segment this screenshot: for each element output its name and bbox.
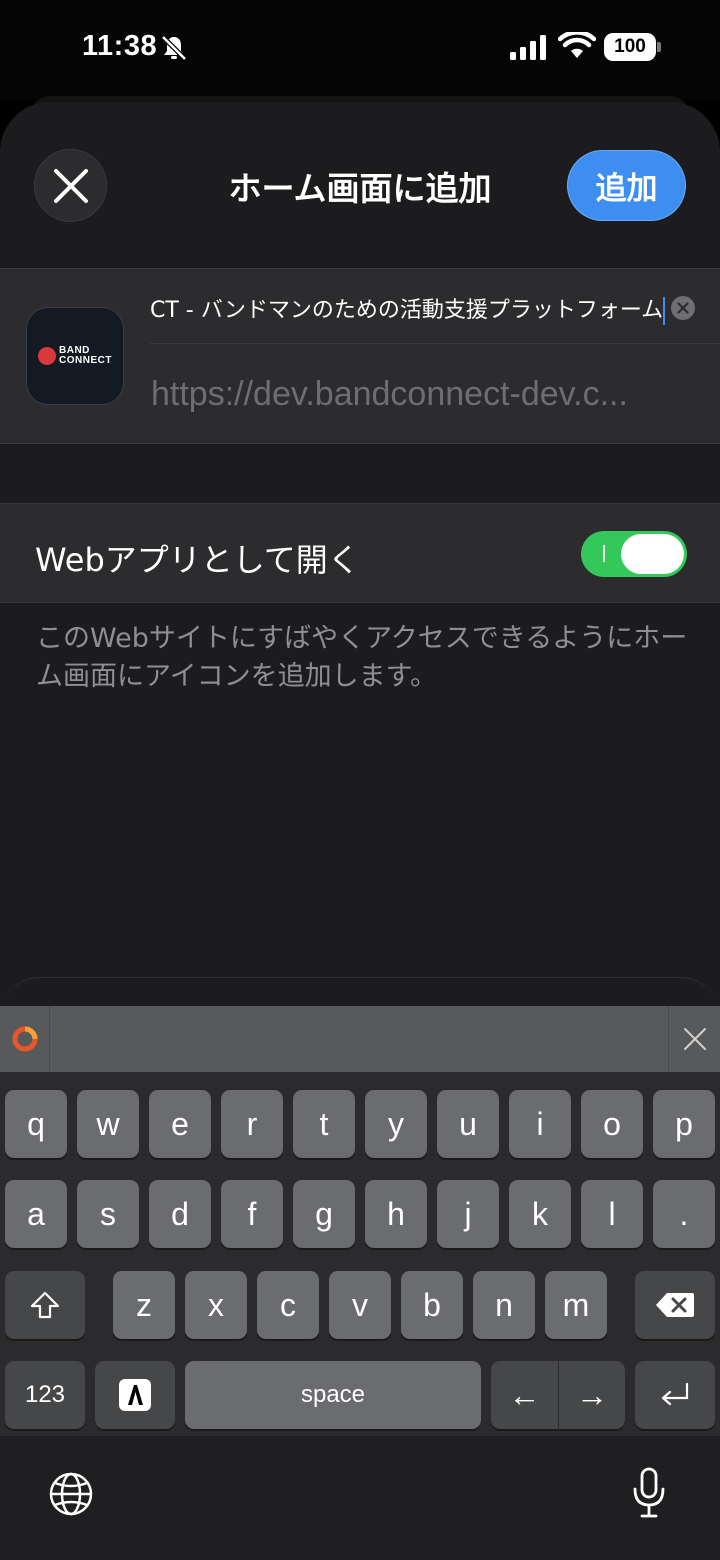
microphone-icon[interactable] xyxy=(632,1467,666,1519)
key-s[interactable]: s xyxy=(77,1180,139,1248)
app-name-value: CT - バンドマンのための活動支援プラットフォーム xyxy=(150,298,664,323)
web-app-toggle-label: Webアプリとして開く xyxy=(35,541,360,579)
key-i[interactable]: i xyxy=(509,1090,571,1158)
return-icon xyxy=(661,1382,689,1406)
keyboard-toolbar xyxy=(0,1006,720,1072)
key-n[interactable]: n xyxy=(473,1271,535,1339)
space-key[interactable]: space xyxy=(185,1361,481,1429)
status-time: 11:38 xyxy=(82,30,158,62)
numbers-key[interactable]: 123 xyxy=(5,1361,85,1429)
key-q[interactable]: q xyxy=(5,1090,67,1158)
key-g[interactable]: g xyxy=(293,1180,355,1248)
bell-slash-icon xyxy=(161,35,187,61)
keyboard-app-icon xyxy=(12,1026,37,1052)
site-url: https://dev.bandconnect-dev.c... xyxy=(151,375,628,413)
key-e[interactable]: e xyxy=(149,1090,211,1158)
app-icon: BAND CONNECT xyxy=(26,307,124,405)
toggle-knob xyxy=(621,534,684,574)
keyboard-bottom-bar xyxy=(0,1436,720,1560)
app-info-group: BAND CONNECT CT - バンドマンのための活動支援プラットフォーム … xyxy=(0,268,720,444)
return-key[interactable] xyxy=(635,1361,715,1429)
clear-text-icon[interactable] xyxy=(671,296,695,320)
divider xyxy=(150,343,720,344)
key-t[interactable]: t xyxy=(293,1090,355,1158)
cellular-signal-icon xyxy=(510,35,546,60)
key-m[interactable]: m xyxy=(545,1271,607,1339)
keyboard-switch-key[interactable] xyxy=(95,1361,175,1429)
key-a[interactable]: a xyxy=(5,1180,67,1248)
globe-icon[interactable] xyxy=(48,1471,94,1517)
key-k[interactable]: k xyxy=(509,1180,571,1248)
battery-indicator: 100 xyxy=(604,33,656,61)
key-period[interactable]: . xyxy=(653,1180,715,1248)
clear-x-glyph xyxy=(677,302,689,314)
key-b[interactable]: b xyxy=(401,1271,463,1339)
key-u[interactable]: u xyxy=(437,1090,499,1158)
text-caret xyxy=(663,297,666,325)
cursor-right-key[interactable]: → xyxy=(559,1361,625,1429)
web-app-toggle[interactable] xyxy=(581,531,687,577)
delete-icon xyxy=(656,1293,694,1317)
keyboard-close-button[interactable] xyxy=(668,1006,720,1072)
key-l[interactable]: l xyxy=(581,1180,643,1248)
shift-key[interactable] xyxy=(5,1271,85,1339)
key-x[interactable]: x xyxy=(185,1271,247,1339)
key-d[interactable]: d xyxy=(149,1180,211,1248)
footnote-text: このWebサイトにすばやくアクセスできるようにホーム画面にアイコンを追加します。 xyxy=(36,623,688,692)
key-c[interactable]: c xyxy=(257,1271,319,1339)
key-o[interactable]: o xyxy=(581,1090,643,1158)
keyboard-extension-button[interactable] xyxy=(0,1006,50,1072)
keyboard-brand-icon xyxy=(119,1379,151,1411)
key-z[interactable]: z xyxy=(113,1271,175,1339)
close-icon xyxy=(683,1028,706,1050)
key-f[interactable]: f xyxy=(221,1180,283,1248)
key-j[interactable]: j xyxy=(437,1180,499,1248)
logo-mark-icon xyxy=(38,347,57,365)
wifi-icon xyxy=(558,32,596,58)
battery-tip xyxy=(657,42,661,52)
band-connect-logo: BAND CONNECT xyxy=(38,346,112,366)
status-bar: 11:38 100 xyxy=(0,0,720,100)
key-r[interactable]: r xyxy=(221,1090,283,1158)
key-h[interactable]: h xyxy=(365,1180,427,1248)
key-y[interactable]: y xyxy=(365,1090,427,1158)
cursor-left-key[interactable]: ← xyxy=(491,1361,558,1429)
key-w[interactable]: w xyxy=(77,1090,139,1158)
key-p[interactable]: p xyxy=(653,1090,715,1158)
logo-text-line2: CONNECT xyxy=(59,355,112,366)
add-button[interactable]: 追加 xyxy=(567,150,686,221)
key-v[interactable]: v xyxy=(329,1271,391,1339)
app-name-input[interactable]: CT - バンドマンのための活動支援プラットフォーム xyxy=(150,291,670,331)
delete-key[interactable] xyxy=(635,1271,715,1339)
toggle-on-mark xyxy=(603,545,605,562)
web-app-toggle-row: Webアプリとして開く xyxy=(0,503,720,603)
shift-icon xyxy=(30,1291,60,1319)
